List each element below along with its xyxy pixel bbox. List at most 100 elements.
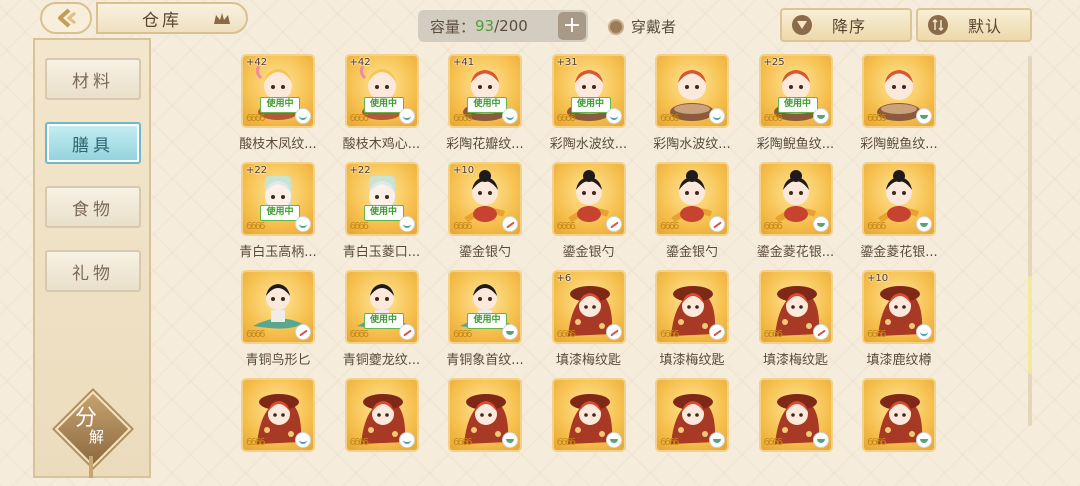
item-card[interactable]: 6666: [862, 162, 936, 236]
item-card[interactable]: 6666: [241, 270, 315, 344]
bowl-type-icon: [812, 216, 829, 232]
triangle-down-icon: [792, 15, 812, 35]
tassel-icon: [89, 456, 93, 478]
inventory-item[interactable]: 6666 填漆梅纹匙: [655, 270, 729, 368]
inventory-item[interactable]: 6666: [862, 378, 936, 452]
item-name: 鎏金银勺: [562, 245, 615, 260]
sidebar-item-tableware[interactable]: 膳具: [45, 122, 141, 164]
sidebar-item-food[interactable]: 食物: [45, 186, 141, 228]
sidebar-item-label: 材料: [72, 71, 114, 92]
tea-type-icon: [295, 108, 311, 124]
scrollbar-thumb[interactable]: [1028, 276, 1032, 374]
item-card[interactable]: +41 使用中 6666: [448, 54, 522, 128]
item-card[interactable]: 6666: [344, 378, 419, 452]
sidebar-item-materials[interactable]: 材料: [45, 58, 141, 100]
rarity-stars: 6666: [349, 437, 370, 448]
in-use-badge: 使用中: [363, 205, 404, 221]
item-card[interactable]: +31 使用中 6666: [551, 54, 626, 128]
expand-capacity-button[interactable]: +: [558, 12, 586, 40]
inventory-item[interactable]: +22 使用中 6666 青白玉高柄...: [239, 162, 317, 260]
tea-type-icon: [295, 216, 311, 232]
item-card[interactable]: +42 使用中 6666: [344, 54, 419, 128]
inventory-item[interactable]: +6 6666 填漆梅纹匙: [551, 270, 626, 368]
decompose-button[interactable]: 分 解: [54, 390, 132, 478]
wearer-filter[interactable]: 穿戴者: [608, 16, 676, 37]
item-card[interactable]: 6666: [655, 270, 729, 344]
inventory-item[interactable]: 6666: [448, 378, 522, 452]
item-card[interactable]: 6666: [448, 378, 522, 452]
item-card[interactable]: 6666: [758, 378, 833, 452]
item-card[interactable]: 6666: [758, 270, 833, 344]
bowl-type-icon: [502, 432, 518, 448]
inventory-item[interactable]: 6666: [551, 378, 626, 452]
item-card[interactable]: 6666: [551, 162, 626, 236]
rarity-stars: 6666: [453, 437, 473, 448]
sort-order-button[interactable]: 降序: [780, 8, 912, 42]
item-card[interactable]: +25 使用中 6666: [758, 54, 833, 128]
grid-scrollbar[interactable]: [1028, 56, 1032, 426]
inventory-item[interactable]: 6666 鎏金银勺: [655, 162, 729, 260]
item-card[interactable]: 6666: [241, 378, 315, 452]
sidebar-item-gifts[interactable]: 礼物: [45, 250, 141, 292]
capacity-max: /200: [494, 17, 528, 35]
rarity-stars: 6666: [246, 329, 266, 340]
capacity-label: 容量：: [430, 17, 476, 36]
item-level: +10: [453, 165, 475, 176]
item-card[interactable]: 6666: [862, 54, 936, 128]
sort-mode-button[interactable]: 默认: [916, 8, 1032, 42]
tea-type-icon: [502, 108, 518, 124]
in-use-badge: 使用中: [570, 97, 611, 113]
inventory-item[interactable]: +10 6666 鎏金银勺: [448, 162, 522, 260]
item-name: 鎏金菱花银...: [860, 245, 938, 260]
item-card[interactable]: 6666: [655, 378, 729, 452]
inventory-item[interactable]: 6666: [655, 378, 729, 452]
bowl-type-icon: [916, 216, 932, 232]
item-card[interactable]: 6666: [655, 54, 729, 128]
inventory-item[interactable]: 6666 彩陶鲵鱼纹...: [860, 54, 938, 152]
bowl-type-icon: [916, 432, 932, 448]
inventory-item[interactable]: +42 使用中 6666 酸枝木凤纹...: [239, 54, 317, 152]
rarity-stars: 6666: [453, 329, 473, 340]
item-card[interactable]: +22 使用中 6666: [344, 162, 419, 236]
inventory-item[interactable]: 6666 填漆梅纹匙: [758, 270, 833, 368]
item-card[interactable]: 6666: [862, 378, 936, 452]
inventory-item[interactable]: 6666 青铜鸟形匕: [241, 270, 315, 368]
rarity-stars: 6666: [349, 113, 370, 124]
inventory-item[interactable]: 6666 鎏金菱花银...: [757, 162, 834, 260]
inventory-item[interactable]: +42 使用中 6666 酸枝木鸡心...: [343, 54, 420, 152]
wearer-radio-icon[interactable]: [608, 18, 624, 35]
inventory-item[interactable]: 6666: [758, 378, 833, 452]
inventory-item[interactable]: 使用中 6666 青铜夔龙纹...: [343, 270, 420, 368]
inventory-item[interactable]: 6666 鎏金银勺: [551, 162, 626, 260]
item-card[interactable]: +22 使用中 6666: [241, 162, 315, 236]
inventory-item[interactable]: 使用中 6666 青铜象首纹...: [446, 270, 524, 368]
inventory-item[interactable]: +22 使用中 6666 青白玉菱口...: [343, 162, 420, 260]
item-card[interactable]: 使用中 6666: [344, 270, 419, 344]
item-card[interactable]: +42 使用中 6666: [241, 54, 315, 128]
back-button[interactable]: [40, 2, 92, 34]
item-card[interactable]: +6 6666: [551, 270, 626, 344]
inventory-item[interactable]: 6666: [241, 378, 315, 452]
inventory-item[interactable]: +25 使用中 6666 彩陶鲵鱼纹...: [757, 54, 834, 152]
in-use-badge: 使用中: [363, 313, 404, 329]
rarity-stars: 6666: [660, 329, 680, 340]
item-card[interactable]: 6666: [758, 162, 833, 236]
inventory-item[interactable]: 6666 鎏金菱花银...: [860, 162, 938, 260]
item-level: +41: [453, 57, 475, 68]
item-card[interactable]: +10 6666: [448, 162, 522, 236]
item-name: 彩陶花瓣纹...: [446, 137, 524, 152]
item-card[interactable]: 6666: [655, 162, 729, 236]
inventory-item[interactable]: 6666 彩陶水波纹...: [653, 54, 731, 152]
item-card[interactable]: 6666: [551, 378, 626, 452]
inventory-item[interactable]: +41 使用中 6666 彩陶花瓣纹...: [446, 54, 524, 152]
spoon-type-icon: [709, 216, 725, 232]
item-card[interactable]: +10 6666: [862, 270, 936, 344]
item-name: 填漆梅纹匙: [555, 353, 621, 368]
item-name: 填漆鹿纹樽: [866, 353, 932, 368]
inventory-item[interactable]: +10 6666 填漆鹿纹樽: [862, 270, 936, 368]
rarity-stars: 6666: [556, 329, 577, 340]
item-card[interactable]: 使用中 6666: [448, 270, 522, 344]
inventory-item[interactable]: +31 使用中 6666 彩陶水波纹...: [550, 54, 627, 152]
rarity-stars: 6666: [453, 221, 473, 232]
inventory-item[interactable]: 6666: [344, 378, 419, 452]
